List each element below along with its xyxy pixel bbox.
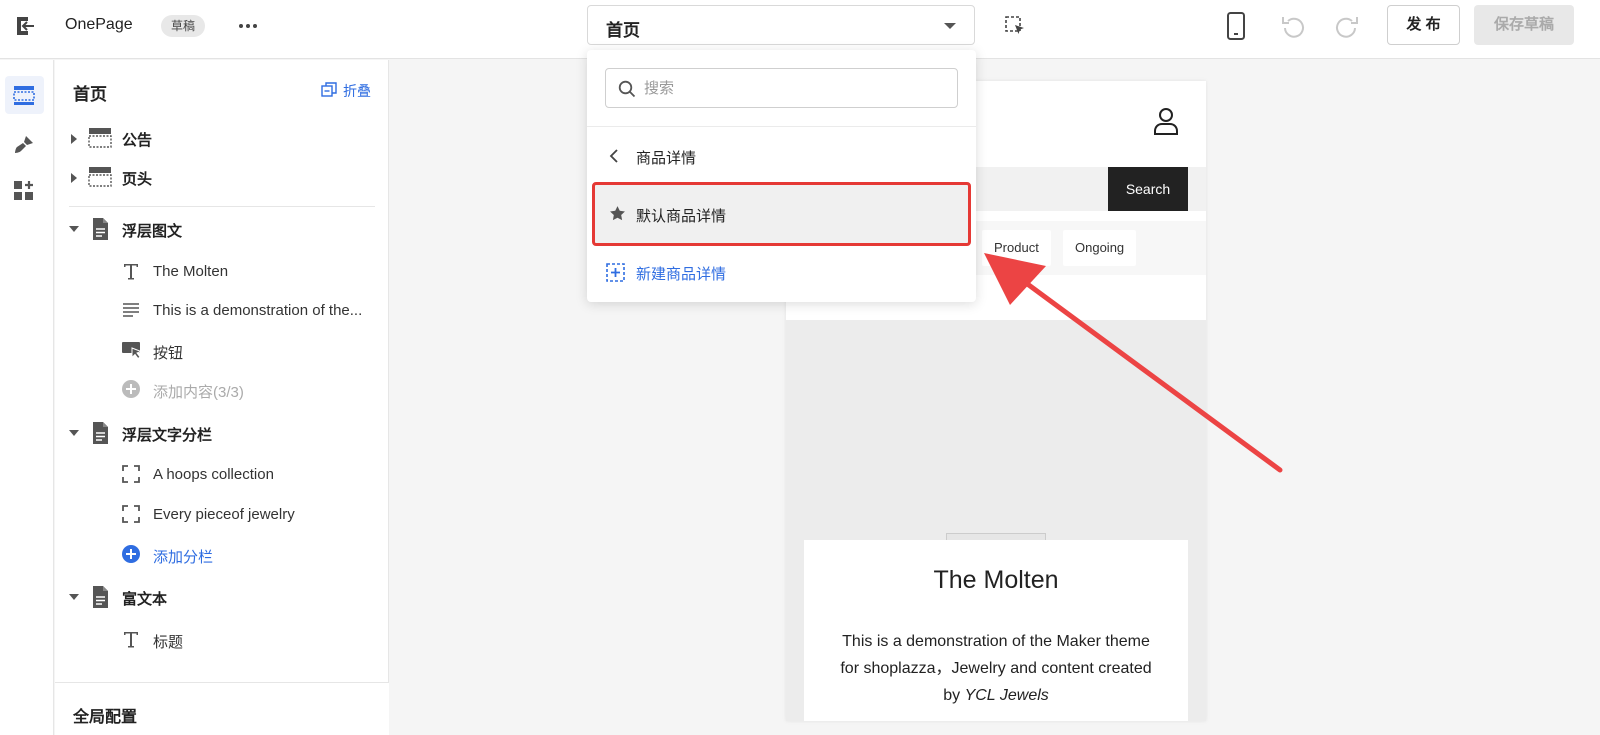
user-account-icon[interactable] <box>1153 107 1179 135</box>
dropdown-option-default[interactable]: 默认商品详情 <box>592 182 971 246</box>
add-content-button[interactable]: 添加内容(3/3) <box>55 371 389 407</box>
expand-arrow-icon[interactable] <box>71 173 77 183</box>
select-element-icon[interactable] <box>1004 15 1026 37</box>
page-selector-value: 首页 <box>606 21 640 40</box>
section-announcement[interactable]: 公告 <box>55 120 389 156</box>
block-button[interactable]: 按钮 <box>55 332 389 368</box>
block-label: Every pieceof jewelry <box>153 506 295 523</box>
document-icon <box>93 422 108 444</box>
add-frame-icon <box>606 263 625 282</box>
divider <box>69 206 375 207</box>
section-label: 页头 <box>122 171 153 188</box>
section-label: 浮层文字分栏 <box>122 427 213 444</box>
dropdown-back-label: 商品详情 <box>636 150 697 167</box>
dropdown-new-label: 新建商品详情 <box>636 266 727 283</box>
collapse-icon <box>321 82 337 97</box>
brush-icon <box>15 136 33 153</box>
save-draft-button[interactable]: 保存草稿 <box>1474 5 1574 45</box>
draft-badge: 草稿 <box>161 15 206 37</box>
hero-text: This is a demonstration of the Maker the… <box>834 628 1158 709</box>
collapse-arrow-icon[interactable] <box>69 430 79 436</box>
dropdown-divider <box>587 126 976 127</box>
column-frame-icon <box>122 505 140 523</box>
dropdown-search-input[interactable] <box>644 77 944 99</box>
button-block-icon <box>122 342 143 360</box>
block-label: The Molten <box>153 263 229 280</box>
rail-item-sections[interactable] <box>5 76 44 114</box>
text-type-icon <box>124 264 138 280</box>
dropdown-search <box>605 68 958 108</box>
structure-panel: 首页 折叠 公告 页头 浮层图文 The Molten This is a de… <box>55 60 389 735</box>
hero-text-brand: YCL Jewels <box>964 687 1049 704</box>
column-block[interactable]: Every pieceof jewelry <box>55 496 389 532</box>
collapse-arrow-icon[interactable] <box>69 226 79 232</box>
chevron-left-icon <box>609 149 618 163</box>
section-label: 公告 <box>122 132 153 149</box>
header-section-icon <box>88 167 112 187</box>
section-label: 浮层图文 <box>122 223 183 240</box>
document-icon <box>93 218 108 240</box>
add-column-button[interactable]: 添加分栏 <box>55 536 389 572</box>
section-overlay-text-columns[interactable]: 浮层文字分栏 <box>55 415 389 451</box>
page-selector[interactable]: 首页 <box>587 5 975 45</box>
hero-title: The Molten <box>933 566 1059 594</box>
block-label: A hoops collection <box>153 466 274 483</box>
mobile-preview-icon[interactable] <box>1226 12 1246 40</box>
page-dropdown: 商品详情 默认商品详情 新建商品详情 <box>587 50 976 302</box>
app-name: OnePage <box>65 16 133 33</box>
dropdown-option-label: 默认商品详情 <box>636 208 727 225</box>
rail-item-theme[interactable] <box>5 126 44 164</box>
expand-arrow-icon[interactable] <box>71 134 77 144</box>
apps-add-icon <box>14 181 33 200</box>
document-icon <box>93 586 108 608</box>
more-icon[interactable] <box>236 14 260 38</box>
dropdown-back-item[interactable]: 商品详情 <box>587 136 976 176</box>
block-label: 按钮 <box>153 345 184 362</box>
block-heading[interactable]: 标题 <box>55 621 389 657</box>
annotation-arrow <box>984 253 1283 473</box>
collapse-arrow-icon[interactable] <box>69 594 79 600</box>
search-icon <box>618 80 636 98</box>
header-section-icon <box>88 128 112 148</box>
paragraph-icon <box>123 303 139 317</box>
block-label: This is a demonstration of the... <box>153 302 363 319</box>
panel-title: 首页 <box>73 85 107 104</box>
publish-button[interactable]: 发 布 <box>1387 5 1460 45</box>
section-header[interactable]: 页头 <box>55 159 389 195</box>
block-label: 标题 <box>153 634 184 651</box>
global-settings[interactable]: 全局配置 <box>55 682 389 735</box>
collapse-label: 折叠 <box>343 83 371 99</box>
store-search-button[interactable]: Search <box>1108 167 1188 211</box>
add-circle-icon <box>122 380 140 398</box>
rail-item-apps[interactable] <box>5 172 44 210</box>
add-column-label: 添加分栏 <box>153 549 214 566</box>
add-circle-icon <box>122 545 140 563</box>
text-type-icon <box>124 632 138 648</box>
add-content-label: 添加内容(3/3) <box>153 384 244 401</box>
chevron-down-icon <box>944 23 956 29</box>
column-frame-icon <box>122 465 140 483</box>
left-rail <box>0 60 54 735</box>
section-rich-text[interactable]: 富文本 <box>55 579 389 615</box>
hero-card: The Molten This is a demonstration of th… <box>804 540 1188 721</box>
star-icon <box>610 206 625 221</box>
section-overlay-image-text[interactable]: 浮层图文 <box>55 211 389 247</box>
column-block[interactable]: A hoops collection <box>55 456 389 492</box>
section-label: 富文本 <box>122 591 168 608</box>
undo-icon[interactable] <box>1280 13 1306 39</box>
block-title[interactable]: The Molten <box>55 253 389 289</box>
block-paragraph[interactable]: This is a demonstration of the... <box>55 292 389 328</box>
dropdown-new-item[interactable]: 新建商品详情 <box>587 252 976 292</box>
global-settings-label: 全局配置 <box>73 709 138 726</box>
exit-icon[interactable] <box>14 14 38 38</box>
redo-icon[interactable] <box>1334 13 1360 39</box>
layout-sections-icon <box>13 86 35 105</box>
